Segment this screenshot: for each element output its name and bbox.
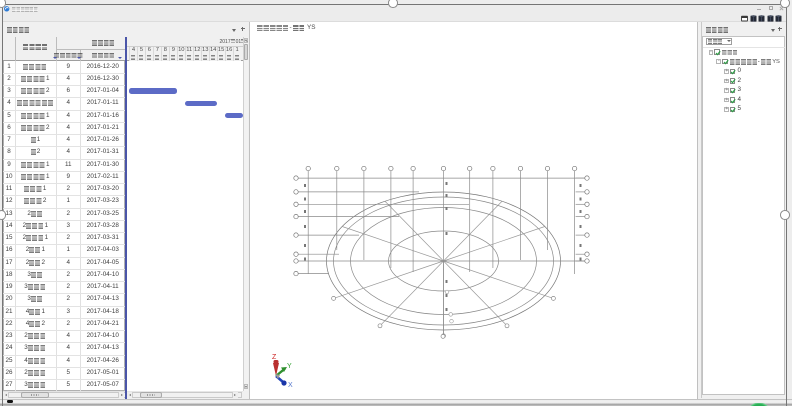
svg-text:X: X (288, 382, 293, 389)
svg-text:Y: Y (287, 363, 292, 370)
svg-text:Z: Z (272, 354, 277, 361)
